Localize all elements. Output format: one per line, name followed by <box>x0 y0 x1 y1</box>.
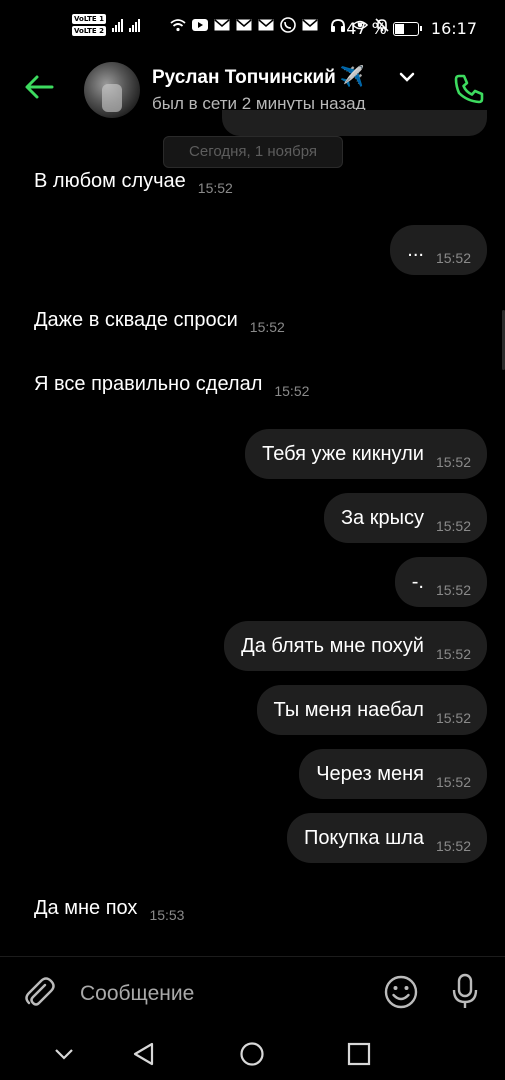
battery-percent: 47 % <box>346 19 387 38</box>
battery-level <box>394 23 405 34</box>
mail-icon <box>236 18 252 32</box>
message-time: 15:52 <box>435 710 471 726</box>
message-incoming[interactable]: Даже в скваде спроси 15:52 <box>34 309 285 335</box>
volte-1-label: VoLTE 1 <box>72 14 107 24</box>
nav-back-button[interactable] <box>130 1040 158 1068</box>
emoji-button[interactable] <box>382 973 420 1011</box>
phone-icon <box>454 74 484 104</box>
youtube-icon <box>192 18 208 32</box>
message-text: Я все правильно сделал <box>34 373 263 395</box>
mail-icon <box>258 18 274 32</box>
message-time: 15:52 <box>435 582 471 598</box>
message-time: 15:52 <box>435 518 471 534</box>
message-time: 15:52 <box>274 383 310 399</box>
message-time: 15:52 <box>435 838 471 854</box>
volte-2-label: VoLTE 2 <box>72 26 107 36</box>
signal-area: VoLTE 1 VoLTE 2 <box>72 14 141 36</box>
status-bar: VoLTE 1 VoLTE 2 47 % 16:17 <box>0 0 505 58</box>
message-time: 15:52 <box>249 319 285 335</box>
viber-icon <box>280 17 296 33</box>
message-time: 15:52 <box>435 454 471 470</box>
message-text: ... <box>407 238 424 261</box>
signal-1-icon <box>112 18 124 32</box>
square-recents-icon <box>347 1042 371 1066</box>
message-time: 15:52 <box>435 250 471 266</box>
message-text: За крысу <box>340 506 424 529</box>
call-button[interactable] <box>450 70 488 108</box>
message-text: Тебя уже кикнули <box>262 442 424 465</box>
message-text: Покупка шла <box>303 826 424 849</box>
headphones-icon <box>330 18 346 32</box>
mail-icon <box>214 18 230 32</box>
previous-message-bubble <box>222 110 487 136</box>
message-outgoing[interactable]: ... 15:52 <box>390 225 487 275</box>
message-outgoing[interactable]: -. 15:52 <box>394 557 487 607</box>
message-incoming[interactable]: В любом случае 15:52 <box>34 170 233 196</box>
message-incoming[interactable]: Да мне пох 15:53 <box>34 897 185 923</box>
paperclip-icon <box>25 977 55 1006</box>
attach-button[interactable] <box>22 975 56 1009</box>
system-nav-bar <box>0 1028 505 1080</box>
message-text: Ты меня наебал <box>273 698 424 721</box>
contact-name[interactable]: Руслан Топчинский ✈️ <box>152 64 365 89</box>
message-input[interactable] <box>80 979 360 1009</box>
avatar[interactable] <box>84 62 140 118</box>
triangle-back-icon <box>133 1042 154 1066</box>
battery-icon <box>392 21 422 36</box>
message-outgoing[interactable]: Покупка шла 15:52 <box>286 813 487 863</box>
nav-home-button[interactable] <box>238 1040 266 1068</box>
message-text: Даже в скваде спроси <box>34 309 238 331</box>
circle-home-icon <box>240 1042 264 1066</box>
message-composer <box>0 956 505 1029</box>
chevron-down-icon <box>55 1049 73 1060</box>
message-text: Да блять мне похуй <box>241 634 424 657</box>
message-outgoing[interactable]: Через меня 15:52 <box>299 749 487 799</box>
battery-area: 47 % 16:17 <box>346 19 477 38</box>
signal-2-icon <box>129 18 141 32</box>
microphone-icon <box>452 973 478 1008</box>
date-separator: Сегодня, 1 ноября <box>163 136 343 168</box>
message-incoming[interactable]: Я все правильно сделал 15:52 <box>34 373 310 399</box>
volte-indicator: VoLTE 1 VoLTE 2 <box>72 14 107 36</box>
message-text: В любом случае <box>34 170 186 192</box>
chevron-down-icon[interactable] <box>398 70 416 84</box>
hide-keyboard-button[interactable] <box>50 1040 78 1068</box>
smiley-icon <box>384 975 418 1009</box>
message-time: 15:53 <box>149 907 185 923</box>
message-outgoing[interactable]: За крысу 15:52 <box>323 493 487 543</box>
message-outgoing[interactable]: Да блять мне похуй 15:52 <box>224 621 487 671</box>
message-text: Через меня <box>316 762 424 785</box>
back-button[interactable] <box>22 70 56 104</box>
airplane-emoji: ✈️ <box>339 66 365 88</box>
message-time: 15:52 <box>435 646 471 662</box>
message-time: 15:52 <box>435 774 471 790</box>
message-text: -. <box>411 570 424 593</box>
voice-record-button[interactable] <box>446 971 484 1011</box>
clock: 16:17 <box>430 19 477 38</box>
message-outgoing[interactable]: Ты меня наебал 15:52 <box>256 685 487 735</box>
message-time: 15:52 <box>197 180 233 196</box>
nav-recents-button[interactable] <box>345 1040 373 1068</box>
message-text: Да мне пох <box>34 897 138 919</box>
message-outgoing[interactable]: Тебя уже кикнули 15:52 <box>245 429 487 479</box>
wifi-icon <box>170 18 186 32</box>
arrow-left-icon <box>25 75 54 99</box>
mail-icon <box>302 18 318 32</box>
contact-name-text: Руслан Топчинский <box>152 67 336 88</box>
